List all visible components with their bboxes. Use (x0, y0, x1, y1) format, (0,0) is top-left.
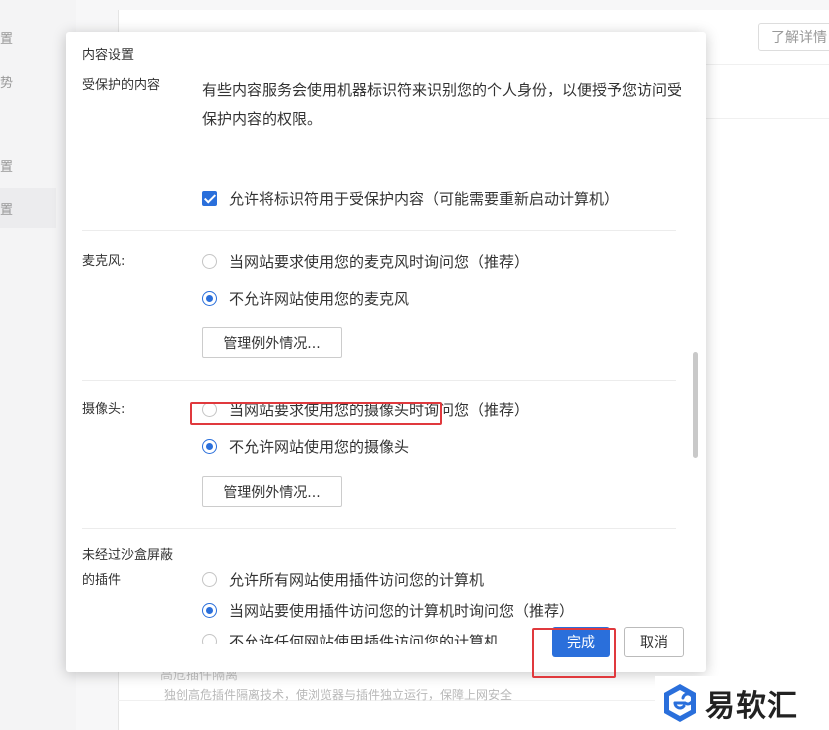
plugin-isolation-desc: 独创高危插件隔离技术，使浏览器与插件独立运行，保障上网安全 (164, 688, 513, 702)
learn-more-button[interactable]: 了解详情 (758, 23, 829, 51)
microphone-label: 麦克风: (82, 254, 126, 269)
background-sidebar: 置 势 置 置 (0, 0, 76, 730)
checkbox-checked-icon[interactable] (202, 190, 217, 206)
content-settings-dialog: 内容设置 受保护的内容 有些内容服务会使用机器标识符来识别您的个人身份，以便授予… (66, 32, 706, 672)
settings-scroll-area[interactable]: 受保护的内容 有些内容服务会使用机器标识符来识别您的个人身份，以便授予您访问受保… (66, 68, 706, 644)
watermark-text: 易软汇 (705, 689, 798, 724)
microphone-option-ask-label: 当网站要求使用您的麦克风时询问您（推荐） (229, 252, 530, 271)
plugins-option-block-all[interactable]: 不允许任何网站使用插件访问您的计算机 (202, 630, 499, 644)
radio-selected-icon[interactable] (202, 602, 217, 618)
background-sidebar-item[interactable]: 置 (0, 28, 13, 47)
dialog-scrollbar[interactable] (693, 352, 698, 458)
plugins-option-allow-all[interactable]: 允许所有网站使用插件访问您的计算机 (202, 568, 484, 590)
watermark-logo-icon (664, 684, 696, 722)
watermark: 易软汇 (655, 676, 829, 730)
camera-manage-exceptions-button[interactable]: 管理例外情况... (202, 476, 342, 507)
radio-selected-icon[interactable] (202, 438, 217, 454)
radio-unselected-icon[interactable] (202, 571, 217, 587)
unsandboxed-plugins-label-line2: 的插件 (82, 573, 122, 588)
camera-label: 摄像头: (82, 402, 126, 417)
radio-unselected-icon[interactable] (202, 253, 217, 269)
microphone-option-ask[interactable]: 当网站要求使用您的麦克风时询问您（推荐） (202, 250, 529, 272)
plugins-option-block-all-label: 不允许任何网站使用插件访问您的计算机 (229, 632, 500, 645)
protected-content-checkbox-label: 允许将标识符用于受保护内容（可能需要重新启动计算机） (229, 189, 620, 208)
camera-block-highlight-annotation (190, 402, 442, 425)
protected-content-description: 有些内容服务会使用机器标识符来识别您的个人身份，以便授予您访问受保护内容的权限。 (202, 81, 683, 128)
microphone-manage-exceptions-button[interactable]: 管理例外情况... (202, 327, 342, 358)
plugins-option-allow-all-label: 允许所有网站使用插件访问您的计算机 (229, 570, 485, 589)
background-sidebar-item[interactable]: 势 (0, 72, 13, 91)
section-divider (82, 380, 676, 381)
microphone-option-block-label: 不允许网站使用您的麦克风 (229, 289, 410, 308)
background-sidebar-item[interactable]: 置 (0, 199, 13, 218)
background-sidebar-item[interactable]: 置 (0, 156, 13, 175)
radio-selected-icon[interactable] (202, 290, 217, 306)
radio-unselected-icon[interactable] (202, 633, 217, 644)
done-button-highlight-annotation (532, 628, 616, 678)
plugins-option-ask[interactable]: 当网站要使用插件访问您的计算机时询问您（推荐） (202, 599, 574, 621)
plugins-option-ask-label: 当网站要使用插件访问您的计算机时询问您（推荐） (229, 601, 575, 620)
section-divider (82, 528, 676, 529)
camera-option-block-label: 不允许网站使用您的摄像头 (229, 437, 410, 456)
dialog-title: 内容设置 (82, 48, 135, 63)
camera-option-block[interactable]: 不允许网站使用您的摄像头 (202, 435, 409, 457)
cancel-button[interactable]: 取消 (624, 627, 684, 657)
protected-content-label: 受保护的内容 (82, 78, 161, 93)
unsandboxed-plugins-label-line1: 未经过沙盒屏蔽 (82, 548, 174, 563)
section-divider (82, 230, 676, 231)
microphone-option-block[interactable]: 不允许网站使用您的麦克风 (202, 287, 409, 309)
protected-content-checkbox-row[interactable]: 允许将标识符用于受保护内容（可能需要重新启动计算机） (202, 187, 619, 209)
